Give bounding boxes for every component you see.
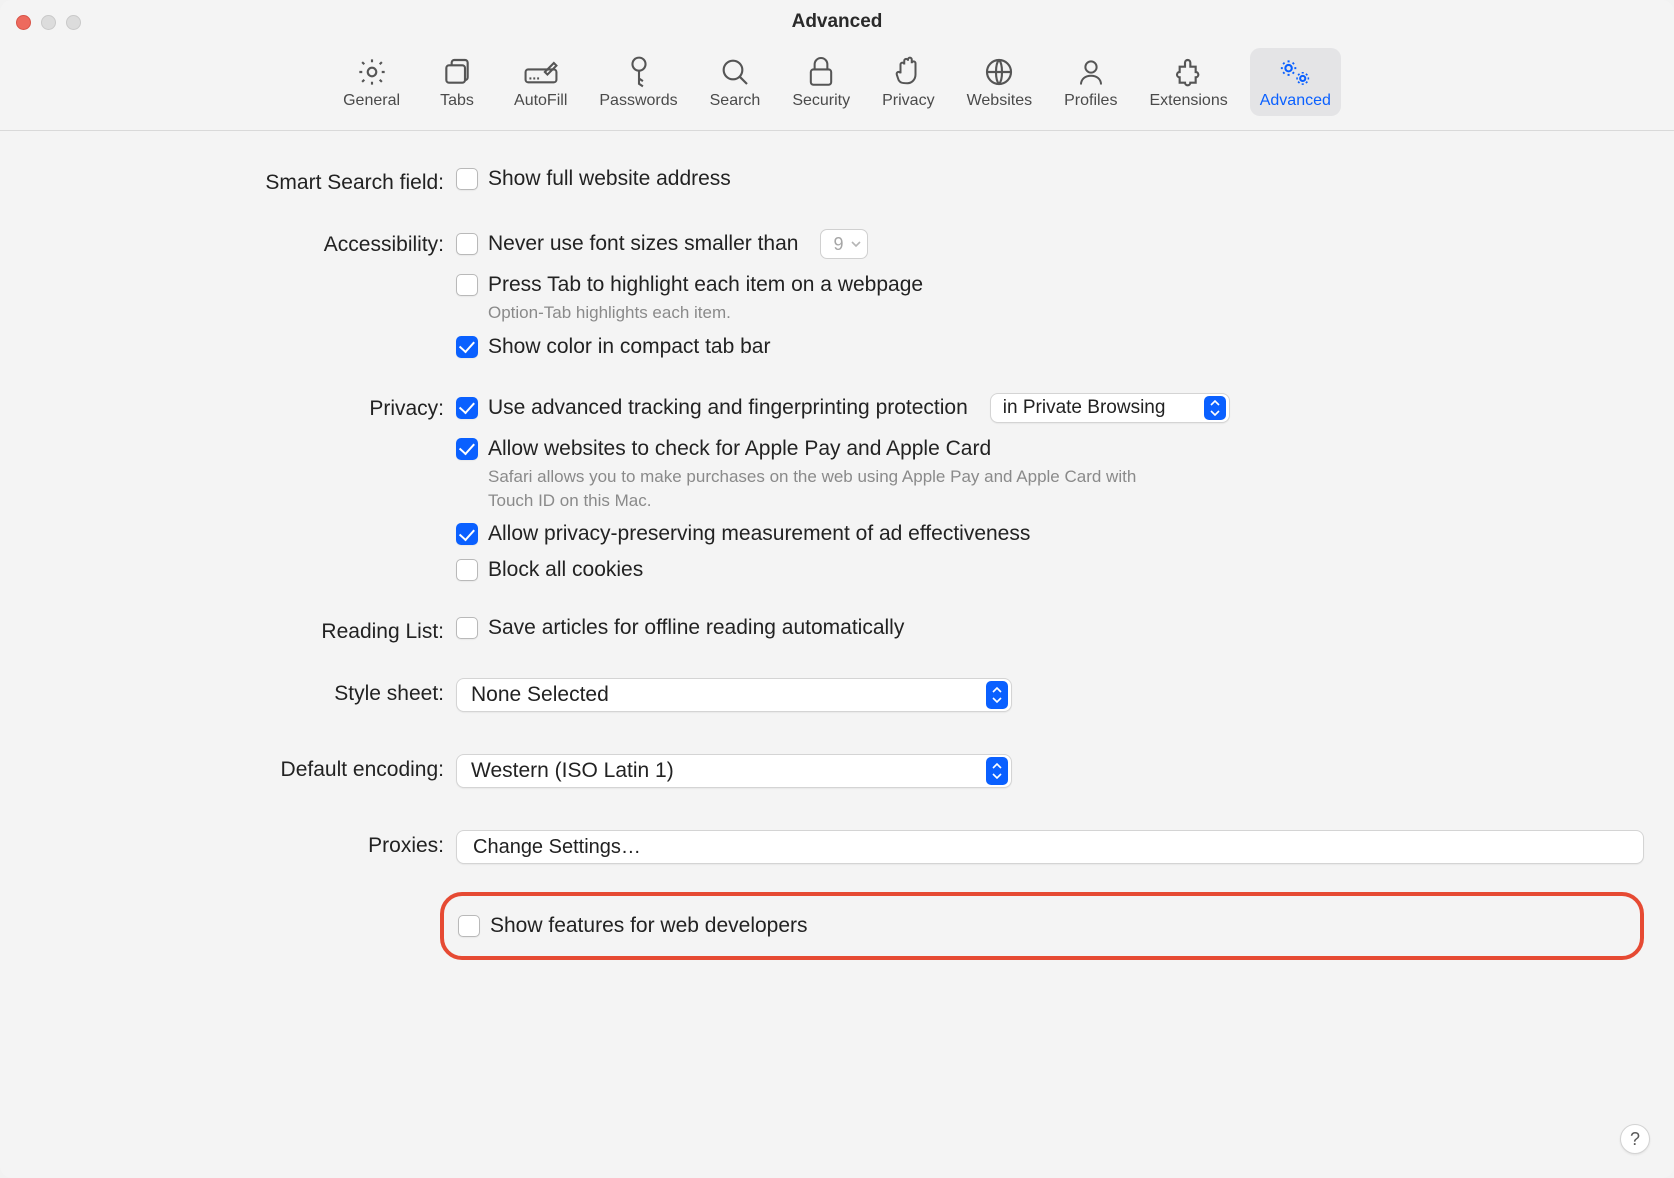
tab-label: AutoFill — [514, 92, 567, 110]
checkbox-never-smaller-font[interactable] — [456, 233, 478, 255]
gear-icon — [356, 54, 388, 90]
preferences-toolbar: General Tabs AutoFill Passwords Search — [0, 44, 1674, 131]
tab-label: Search — [710, 92, 761, 110]
tab-advanced[interactable]: Advanced — [1250, 48, 1341, 116]
encoding-popup[interactable]: Western (ISO Latin 1) — [456, 754, 1012, 788]
globe-icon — [983, 54, 1015, 90]
checkbox-label: Never use font sizes smaller than — [488, 232, 798, 256]
checkbox-label: Show full website address — [488, 167, 731, 191]
checkbox-label: Block all cookies — [488, 558, 643, 582]
tab-profiles[interactable]: Profiles — [1054, 48, 1127, 116]
puzzle-icon — [1173, 54, 1205, 90]
lock-icon — [807, 54, 835, 90]
person-icon — [1076, 54, 1106, 90]
tab-label: Privacy — [882, 92, 934, 110]
section-label-proxies: Proxies: — [0, 830, 456, 858]
tab-general[interactable]: General — [333, 48, 410, 116]
popup-value: Western (ISO Latin 1) — [471, 759, 674, 783]
highlight-annotation: Show features for web developers — [440, 892, 1644, 960]
updown-arrows-icon — [986, 681, 1008, 709]
checkbox-label: Show color in compact tab bar — [488, 335, 770, 359]
checkbox-label: Press Tab to highlight each item on a we… — [488, 273, 923, 297]
tab-extensions[interactable]: Extensions — [1139, 48, 1237, 116]
tab-autofill[interactable]: AutoFill — [504, 48, 577, 116]
tab-websites[interactable]: Websites — [957, 48, 1043, 116]
font-size-stepper[interactable]: 9 — [820, 229, 868, 259]
change-settings-button[interactable]: Change Settings… — [456, 830, 1644, 864]
chevron-down-icon — [851, 240, 861, 248]
popup-value: in Private Browsing — [1003, 397, 1166, 419]
search-icon — [719, 54, 751, 90]
gears-icon — [1277, 54, 1313, 90]
section-label-smart-search: Smart Search field: — [0, 167, 456, 195]
section-label-reading-list: Reading List: — [0, 616, 456, 644]
pencil-field-icon — [523, 54, 559, 90]
tab-tabs[interactable]: Tabs — [422, 48, 492, 116]
section-label-accessibility: Accessibility: — [0, 229, 456, 257]
tab-label: Profiles — [1064, 92, 1117, 110]
tab-label: Tabs — [440, 92, 474, 110]
checkbox-label: Allow websites to check for Apple Pay an… — [488, 437, 991, 461]
checkbox-save-offline[interactable] — [456, 617, 478, 639]
tabs-icon — [441, 54, 473, 90]
tab-passwords[interactable]: Passwords — [589, 48, 687, 116]
style-sheet-popup[interactable]: None Selected — [456, 678, 1012, 712]
checkbox-advanced-tracking[interactable] — [456, 397, 478, 419]
hint-press-tab: Option-Tab highlights each item. — [488, 301, 1188, 325]
button-label: Change Settings… — [473, 836, 641, 859]
checkbox-show-color-tab-bar[interactable] — [456, 336, 478, 358]
tab-label: Websites — [967, 92, 1033, 110]
checkbox-block-cookies[interactable] — [456, 559, 478, 581]
tab-label: Security — [792, 92, 850, 110]
checkbox-apple-pay[interactable] — [456, 438, 478, 460]
checkbox-press-tab[interactable] — [456, 274, 478, 296]
help-label: ? — [1630, 1129, 1640, 1150]
tab-search[interactable]: Search — [700, 48, 771, 116]
minimize-window-button[interactable] — [41, 15, 56, 30]
tab-privacy[interactable]: Privacy — [872, 48, 944, 116]
checkbox-label: Show features for web developers — [490, 914, 808, 938]
checkbox-show-full-address[interactable] — [456, 168, 478, 190]
checkbox-label: Use advanced tracking and fingerprinting… — [488, 396, 968, 420]
key-icon — [625, 54, 653, 90]
section-label-privacy: Privacy: — [0, 393, 456, 421]
tab-label: Advanced — [1260, 92, 1331, 110]
tracking-mode-popup[interactable]: in Private Browsing — [990, 393, 1230, 423]
tab-label: Extensions — [1149, 92, 1227, 110]
tab-security[interactable]: Security — [782, 48, 860, 116]
popup-value: None Selected — [471, 683, 609, 707]
section-label-encoding: Default encoding: — [0, 754, 456, 782]
tab-label: Passwords — [599, 92, 677, 110]
updown-arrows-icon — [1204, 396, 1226, 420]
checkbox-label: Allow privacy-preserving measurement of … — [488, 522, 1030, 546]
tab-label: General — [343, 92, 400, 110]
font-size-value: 9 — [833, 234, 843, 255]
checkbox-ad-measurement[interactable] — [456, 523, 478, 545]
window-title: Advanced — [0, 11, 1674, 33]
help-button[interactable]: ? — [1620, 1124, 1650, 1154]
checkbox-show-dev-features[interactable] — [458, 915, 480, 937]
updown-arrows-icon — [986, 757, 1008, 785]
checkbox-label: Save articles for offline reading automa… — [488, 616, 904, 640]
zoom-window-button[interactable] — [66, 15, 81, 30]
close-window-button[interactable] — [16, 15, 31, 30]
section-label-style-sheet: Style sheet: — [0, 678, 456, 706]
hint-apple-pay: Safari allows you to make purchases on t… — [488, 465, 1178, 513]
hand-icon — [893, 54, 923, 90]
